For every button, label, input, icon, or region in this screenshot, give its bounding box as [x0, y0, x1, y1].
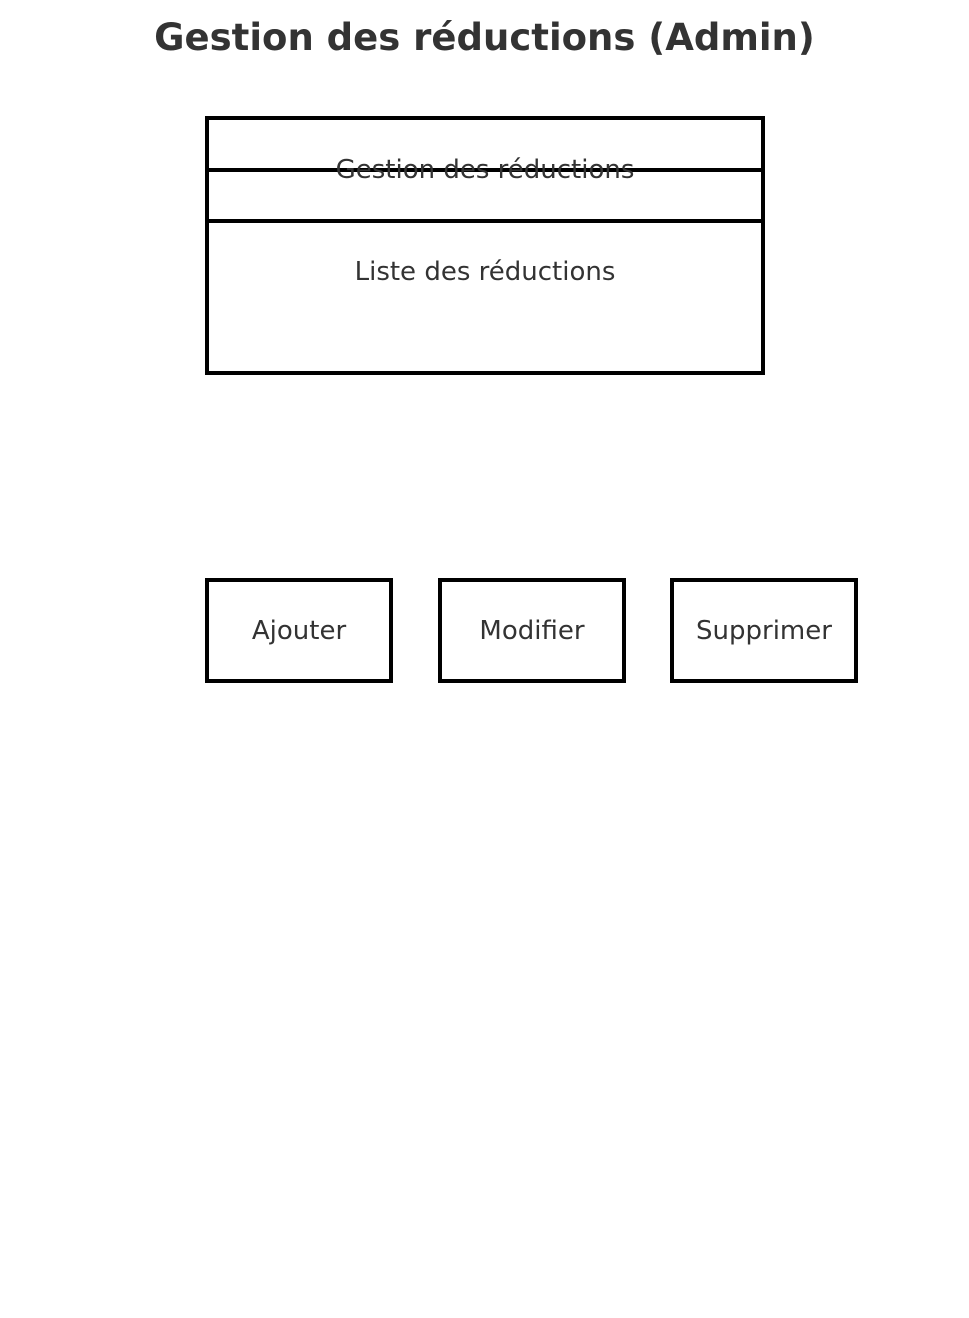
discount-list[interactable]: Liste des réductions: [209, 254, 761, 290]
edit-discount-button[interactable]: Modifier: [438, 578, 626, 683]
discounts-panel: Gestion des réductions Liste des réducti…: [205, 116, 765, 375]
panel-divider-bottom: [209, 219, 761, 223]
add-discount-button[interactable]: Ajouter: [205, 578, 393, 683]
delete-discount-button[interactable]: Supprimer: [670, 578, 858, 683]
page-title: Gestion des réductions (Admin): [154, 16, 815, 59]
panel-header-label: Gestion des réductions: [335, 155, 635, 185]
